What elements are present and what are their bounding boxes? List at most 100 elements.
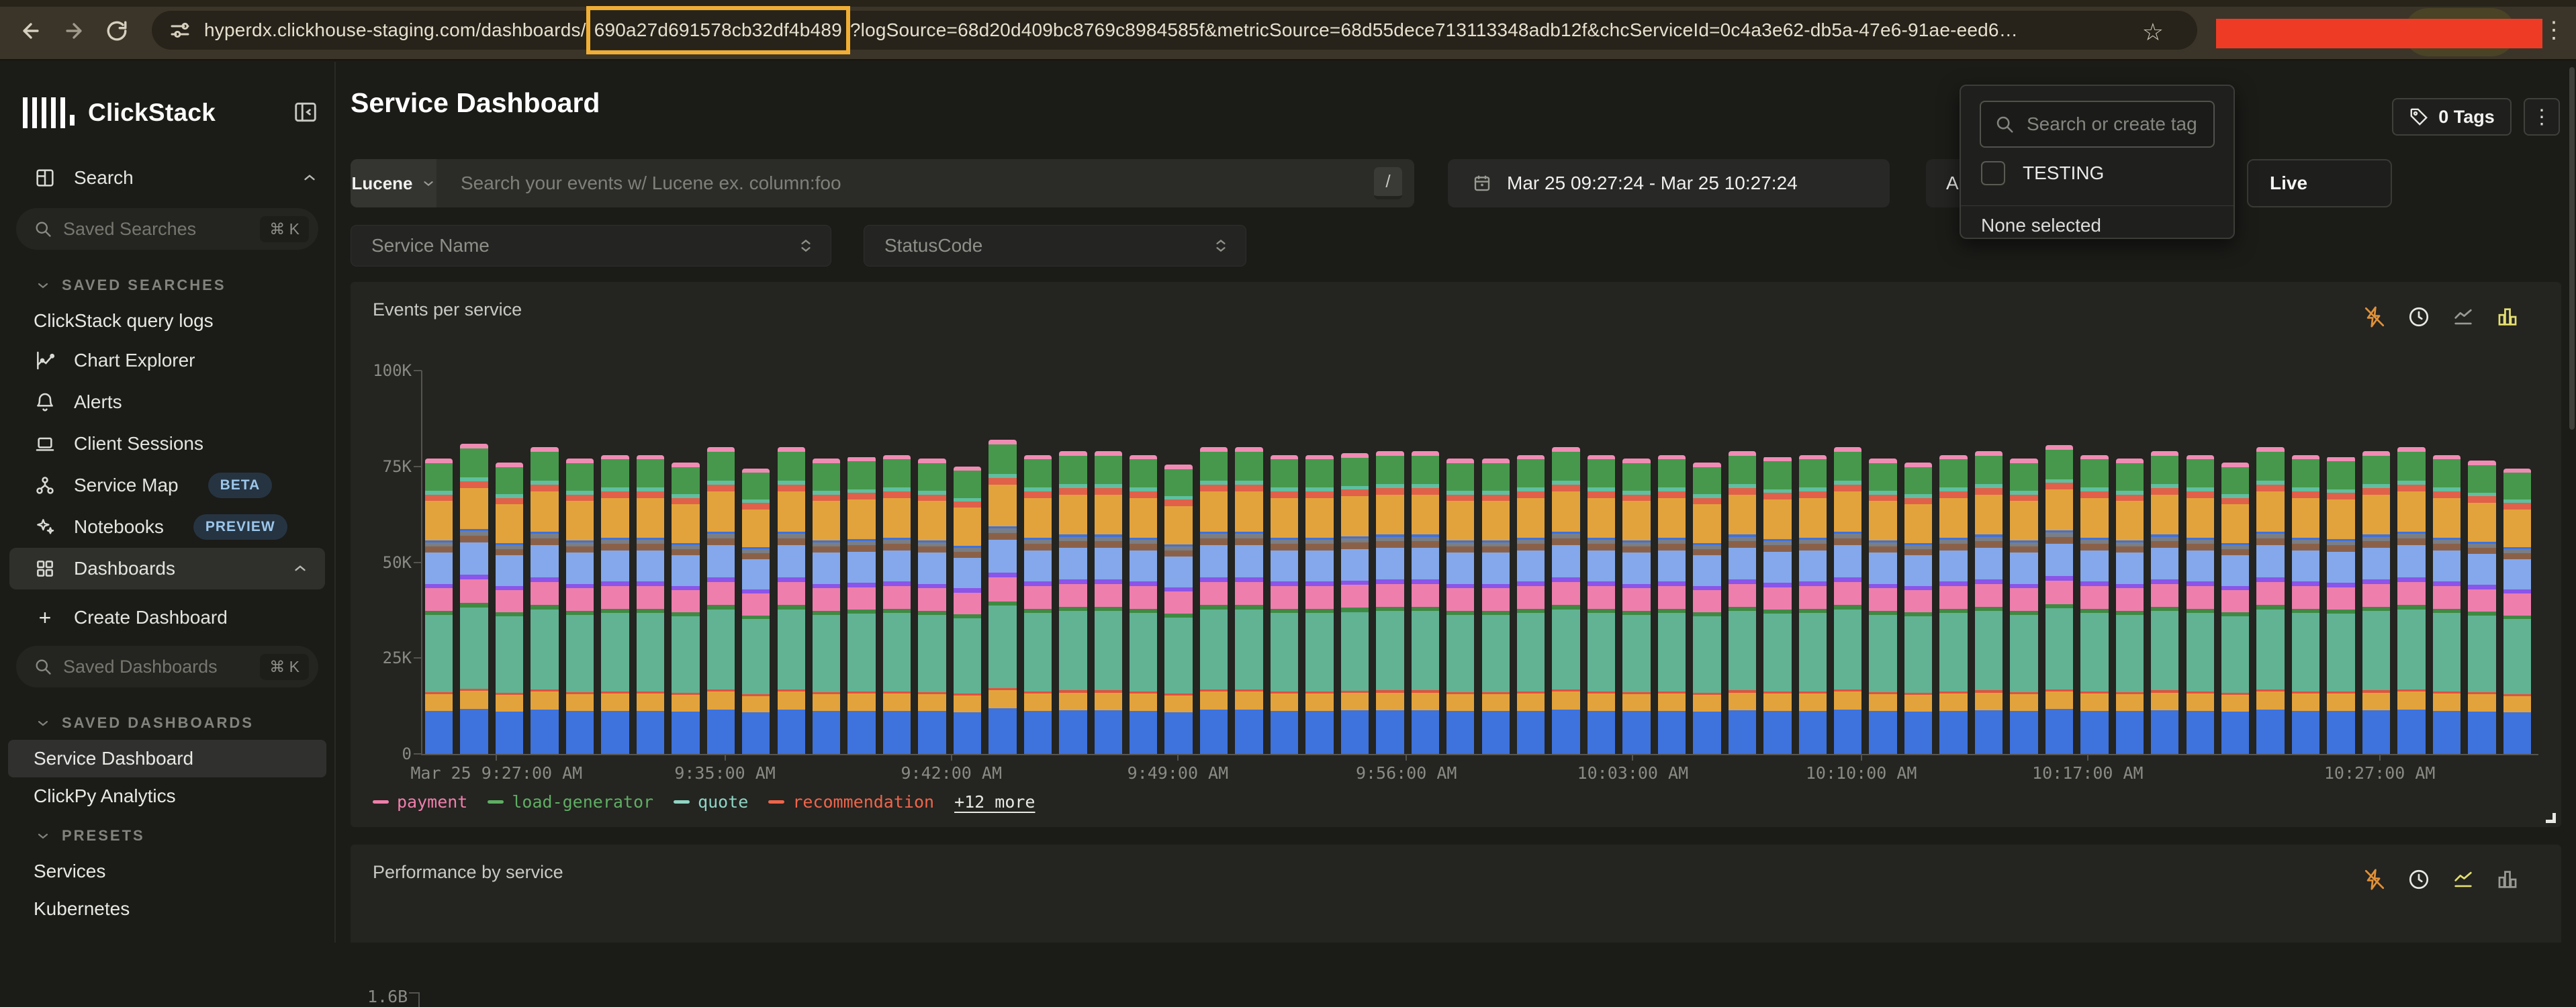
live-tail-button[interactable]: Live: [2247, 159, 2392, 207]
legend-label: quote: [698, 792, 748, 812]
page-scrollbar-thumb[interactable]: [2569, 67, 2575, 430]
browser-reload-button[interactable]: [101, 15, 133, 47]
sidebar-item-dashboards[interactable]: Dashboards: [9, 548, 325, 589]
tags-button[interactable]: 0 Tags: [2392, 98, 2512, 136]
site-info-icon[interactable]: [168, 18, 192, 42]
service-name-filter[interactable]: Service Name: [351, 225, 831, 267]
sparkles-icon: [34, 516, 56, 538]
event-search-bar[interactable]: Lucene Search your events w/ Lucene ex. …: [351, 159, 1414, 207]
bar-segment: [1799, 455, 1827, 460]
line-chart-toggle-icon[interactable]: [2451, 867, 2475, 892]
bar-segment: [1622, 463, 1650, 491]
panel-resize-handle[interactable]: [2546, 813, 2556, 823]
bar-chart-toggle-icon[interactable]: [2495, 867, 2520, 892]
bar-segment: [1693, 695, 1720, 712]
saved-searches-section-header[interactable]: SAVED SEARCHES: [0, 259, 334, 302]
bar-segment: [1763, 545, 1791, 551]
bar-segment: [2116, 694, 2144, 711]
time-settings-icon[interactable]: [2407, 867, 2431, 892]
sidebar-item-chart-explorer[interactable]: Chart Explorer: [0, 340, 334, 381]
sidebar-item-client-sessions[interactable]: Client Sessions: [0, 423, 334, 465]
tag-option-testing[interactable]: TESTING: [1981, 161, 2104, 185]
chevron-up-icon[interactable]: [291, 560, 309, 577]
bar-segment: [1975, 584, 2003, 607]
bar-segment: [2292, 586, 2319, 609]
bar-segment: [672, 467, 699, 495]
bar-segment: [707, 447, 735, 452]
bar-segment: [2221, 555, 2249, 585]
bar-segment: [566, 694, 594, 711]
search-input[interactable]: Search your events w/ Lucene ex. column:…: [436, 173, 1374, 194]
line-chart-toggle-icon[interactable]: [2451, 305, 2475, 329]
bar-segment: [1446, 542, 1474, 547]
bar-segment: [1024, 586, 1052, 609]
stacked-bar: [672, 463, 699, 754]
chevron-up-icon[interactable]: [301, 169, 318, 187]
preset-item-kubernetes[interactable]: Kubernetes: [0, 890, 334, 928]
browser-forward-button[interactable]: [58, 15, 90, 47]
alert-disabled-icon[interactable]: [2362, 305, 2387, 329]
status-code-filter[interactable]: StatusCode: [864, 225, 1246, 267]
bar-segment: [425, 463, 453, 491]
bar-segment: [883, 491, 911, 498]
time-range-picker[interactable]: Mar 25 09:27:24 - Mar 25 10:27:24: [1448, 159, 1890, 207]
bar-segment: [1658, 459, 1686, 487]
bar-segment: [1059, 579, 1087, 584]
bar-segment: [918, 584, 946, 589]
sidebar-item-alerts[interactable]: Alerts: [0, 381, 334, 423]
bar-segment: [460, 575, 488, 579]
bar-segment: [531, 447, 558, 452]
saved-dashboards-section-header[interactable]: SAVED DASHBOARDS: [0, 697, 334, 740]
bar-segment: [1588, 455, 1615, 460]
bookmark-star-icon[interactable]: ☆: [2142, 18, 2164, 46]
tag-search-input[interactable]: Search or create tag: [1980, 101, 2215, 148]
sidebar-collapse-icon[interactable]: [293, 99, 318, 125]
bar-segment: [1376, 456, 1404, 484]
legend-item-load-generator[interactable]: load-generator: [488, 792, 653, 812]
bar-segment: [742, 696, 770, 713]
legend-item-payment[interactable]: payment: [373, 792, 467, 812]
chart-plot-area[interactable]: 100K75K50K25K0 Mar 25 9:27:00 AM9:35:00 …: [421, 371, 2538, 755]
browser-menu-icon[interactable]: ⋮: [2542, 13, 2565, 47]
bar-segment: [1763, 461, 1791, 489]
stacked-bar: [1975, 451, 2003, 754]
bar-segment: [2468, 694, 2495, 711]
legend-more-link[interactable]: +12 more: [954, 792, 1035, 812]
saved-search-item-clickstack-query-logs[interactable]: ClickStack query logs: [0, 302, 334, 340]
saved-dashboard-item-clickpy-analytics[interactable]: ClickPy Analytics: [0, 777, 334, 815]
bar-segment: [2433, 544, 2460, 550]
stacked-bar: [2256, 447, 2284, 754]
sidebar-item-notebooks[interactable]: Notebooks PREVIEW: [0, 506, 334, 548]
bar-segment: [2327, 693, 2354, 711]
bar-segment: [1939, 491, 1967, 498]
legend-item-quote[interactable]: quote: [674, 792, 748, 812]
create-dashboard-button[interactable]: + Create Dashboard: [0, 599, 334, 636]
saved-dashboards-input[interactable]: Saved Dashboards ⌘ K: [16, 646, 318, 687]
bar-segment: [2292, 459, 2319, 487]
bar-segment: [1341, 549, 1369, 581]
tag-checkbox[interactable]: [1981, 161, 2005, 185]
bar-segment: [1095, 548, 1122, 579]
bar-segment: [742, 619, 770, 693]
presets-section-header[interactable]: PRESETS: [0, 815, 334, 853]
bar-segment: [566, 584, 594, 589]
query-language-selector[interactable]: Lucene: [351, 159, 436, 207]
legend-item-recommendation[interactable]: recommendation: [768, 792, 934, 812]
saved-dashboard-item-service-dashboard[interactable]: Service Dashboard: [8, 740, 326, 777]
bar-segment: [2080, 581, 2108, 586]
sidebar-item-search[interactable]: Search: [0, 157, 334, 199]
bar-segment: [1271, 581, 1298, 586]
bar-segment: [2397, 710, 2425, 754]
alert-disabled-icon[interactable]: [2362, 867, 2387, 892]
time-settings-icon[interactable]: [2407, 305, 2431, 329]
browser-url-bar[interactable]: hyperdx.clickhouse-staging.com/dashboard…: [152, 11, 2197, 50]
bar-segment: [1446, 501, 1474, 540]
bar-chart-toggle-icon[interactable]: [2495, 305, 2520, 329]
sidebar-item-service-map[interactable]: Service Map BETA: [0, 465, 334, 506]
browser-back-button[interactable]: [15, 15, 47, 47]
preset-item-services[interactable]: Services: [0, 853, 334, 890]
bar-segment: [2503, 503, 2531, 509]
bar-segment: [1235, 582, 1262, 606]
dashboard-menu-button[interactable]: ⋮: [2524, 98, 2560, 136]
saved-searches-input[interactable]: Saved Searches ⌘ K: [16, 208, 318, 250]
